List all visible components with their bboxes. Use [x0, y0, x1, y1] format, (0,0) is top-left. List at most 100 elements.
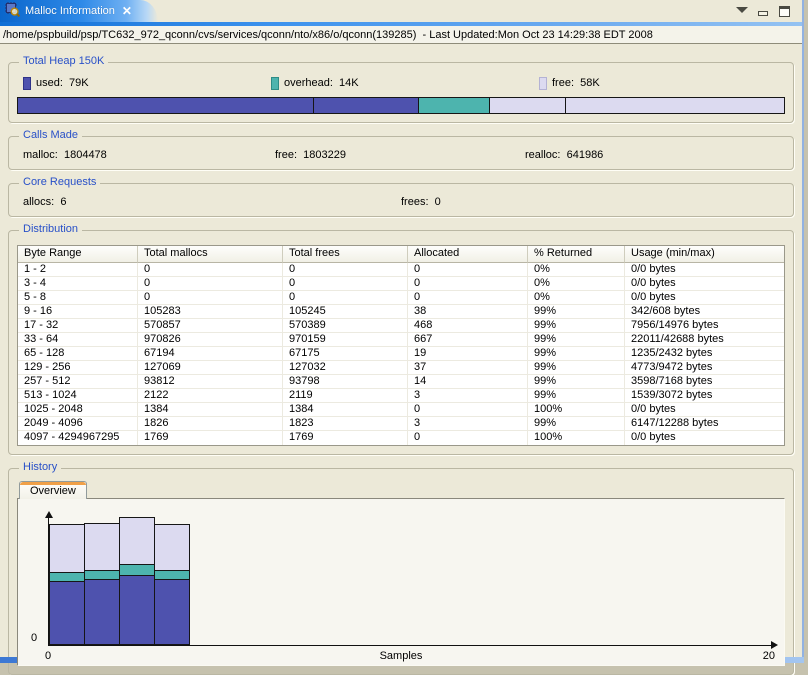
column-header-total-frees[interactable]: Total frees	[283, 246, 408, 263]
table-row[interactable]: 257 - 51293812937981499%3598/7168 bytes	[18, 375, 784, 389]
view-toolbar	[737, 0, 802, 22]
table-cell: 65 - 128	[18, 347, 138, 361]
heap-bar-used-segment	[18, 98, 314, 113]
heap-bar-used-segment	[314, 98, 420, 113]
history-bar-used-segment	[154, 579, 190, 645]
history-bars	[49, 517, 190, 645]
table-cell: 5 - 8	[18, 291, 138, 305]
table-cell: 2122	[138, 389, 283, 403]
column-header-allocated[interactable]: Allocated	[408, 246, 528, 263]
realloc-count: realloc: 641986	[525, 149, 785, 161]
x-axis	[48, 645, 774, 646]
table-cell: 67194	[138, 347, 283, 361]
table-cell: 67175	[283, 347, 408, 361]
history-bar-used-segment	[119, 575, 155, 645]
allocs-count: allocs: 6	[23, 196, 401, 208]
table-cell: 0	[408, 291, 528, 305]
table-row[interactable]: 3 - 40000%0/0 bytes	[18, 277, 784, 291]
x-tick-20: 20	[763, 650, 775, 662]
table-cell: 0/0 bytes	[625, 263, 784, 277]
table-row[interactable]: 17 - 3257085757038946899%7956/14976 byte…	[18, 319, 784, 333]
table-cell: 570857	[138, 319, 283, 333]
table-cell: 1384	[138, 403, 283, 417]
history-bar-free-segment	[154, 524, 190, 571]
table-cell: 513 - 1024	[18, 389, 138, 403]
heap-legend: used: 79K overhead: 14K free: 58K	[17, 75, 785, 91]
tab-malloc-information[interactable]: Malloc Information ✕	[0, 0, 158, 22]
table-row[interactable]: 1025 - 2048138413840100%0/0 bytes	[18, 403, 784, 417]
x-axis-arrow-icon	[771, 641, 778, 649]
allocs-value: 6	[60, 196, 66, 208]
minimize-icon[interactable]	[758, 11, 768, 16]
malloc-information-view: Malloc Information ✕ /home/pspbuild/psp/…	[0, 0, 804, 663]
table-cell: 127032	[283, 361, 408, 375]
table-row[interactable]: 9 - 161052831052453899%342/608 bytes	[18, 305, 784, 319]
close-icon[interactable]: ✕	[122, 5, 132, 17]
table-row[interactable]: 129 - 2561270691270323799%4773/9472 byte…	[18, 361, 784, 375]
table-cell: 0/0 bytes	[625, 291, 784, 305]
history-title: History	[19, 461, 61, 473]
table-row[interactable]: 513 - 102421222119399%1539/3072 bytes	[18, 389, 784, 403]
view-content: Total Heap 150K used: 79Koverhead: 14Kfr…	[0, 44, 802, 675]
table-cell: 99%	[528, 389, 625, 403]
table-cell: 105283	[138, 305, 283, 319]
table-cell: 4097 - 4294967295	[18, 431, 138, 445]
calls-made-title: Calls Made	[19, 129, 82, 141]
view-tab-bar: Malloc Information ✕	[0, 0, 802, 22]
table-cell: 6147/12288 bytes	[625, 417, 784, 431]
free-count: free: 1803229	[275, 149, 525, 161]
table-cell: 9 - 16	[18, 305, 138, 319]
table-cell: 4773/9472 bytes	[625, 361, 784, 375]
heap-legend-overhead: overhead: 14K	[271, 77, 539, 90]
history-bar-sample-3	[154, 524, 190, 645]
table-cell: 37	[408, 361, 528, 375]
history-bar-used-segment	[49, 581, 85, 645]
table-cell: 0/0 bytes	[625, 277, 784, 291]
table-cell: 0	[283, 277, 408, 291]
table-cell: 2049 - 4096	[18, 417, 138, 431]
table-row[interactable]: 4097 - 4294967295176917690100%0/0 bytes	[18, 431, 784, 445]
used-swatch-icon	[23, 77, 31, 90]
distribution-table: Byte RangeTotal mallocsTotal freesAlloca…	[17, 245, 785, 446]
column-header-usage-min-max-[interactable]: Usage (min/max)	[625, 246, 784, 263]
table-row[interactable]: 1 - 20000%0/0 bytes	[18, 263, 784, 277]
table-cell: 1235/2432 bytes	[625, 347, 784, 361]
table-cell: 1025 - 2048	[18, 403, 138, 417]
free-legend-label: free: 58K	[552, 77, 600, 89]
history-bar-free-segment	[119, 517, 155, 565]
table-cell: 0	[283, 263, 408, 277]
frees-label: frees:	[401, 196, 429, 208]
target-path-bar: /home/pspbuild/psp/TC632_972_qconn/cvs/s…	[0, 26, 802, 44]
column-header-total-mallocs[interactable]: Total mallocs	[138, 246, 283, 263]
heap-bar-free-segment	[490, 98, 567, 113]
table-row[interactable]: 2049 - 409618261823399%6147/12288 bytes	[18, 417, 784, 431]
table-row[interactable]: 33 - 6497082697015966799%22011/42688 byt…	[18, 333, 784, 347]
table-cell: 570389	[283, 319, 408, 333]
used-legend-label: used: 79K	[36, 77, 89, 89]
malloc-count: malloc: 1804478	[23, 149, 275, 161]
total-heap-group: Total Heap 150K used: 79Koverhead: 14Kfr…	[8, 62, 794, 123]
table-cell: 14	[408, 375, 528, 389]
view-menu-icon[interactable]	[737, 9, 747, 14]
table-cell: 1769	[138, 431, 283, 445]
table-cell: 17 - 32	[18, 319, 138, 333]
core-requests-group: Core Requests allocs: 6 frees: 0	[8, 183, 794, 217]
table-cell: 0%	[528, 263, 625, 277]
table-row[interactable]: 65 - 12867194671751999%1235/2432 bytes	[18, 347, 784, 361]
overhead-legend-label: overhead: 14K	[284, 77, 359, 89]
table-cell: 93798	[283, 375, 408, 389]
realloc-value: 641986	[567, 149, 604, 161]
column-header--returned[interactable]: % Returned	[528, 246, 625, 263]
table-row[interactable]: 5 - 80000%0/0 bytes	[18, 291, 784, 305]
table-cell: 7956/14976 bytes	[625, 319, 784, 333]
tab-overview[interactable]: Overview	[19, 481, 87, 499]
table-cell: 0/0 bytes	[625, 403, 784, 417]
frees-value: 0	[435, 196, 441, 208]
table-cell: 99%	[528, 347, 625, 361]
maximize-icon[interactable]	[779, 6, 790, 17]
table-cell: 1823	[283, 417, 408, 431]
frees-count: frees: 0	[401, 196, 785, 208]
table-cell: 1826	[138, 417, 283, 431]
column-header-byte-range[interactable]: Byte Range	[18, 246, 138, 263]
distribution-table-body: 1 - 20000%0/0 bytes3 - 40000%0/0 bytes5 …	[18, 263, 784, 445]
